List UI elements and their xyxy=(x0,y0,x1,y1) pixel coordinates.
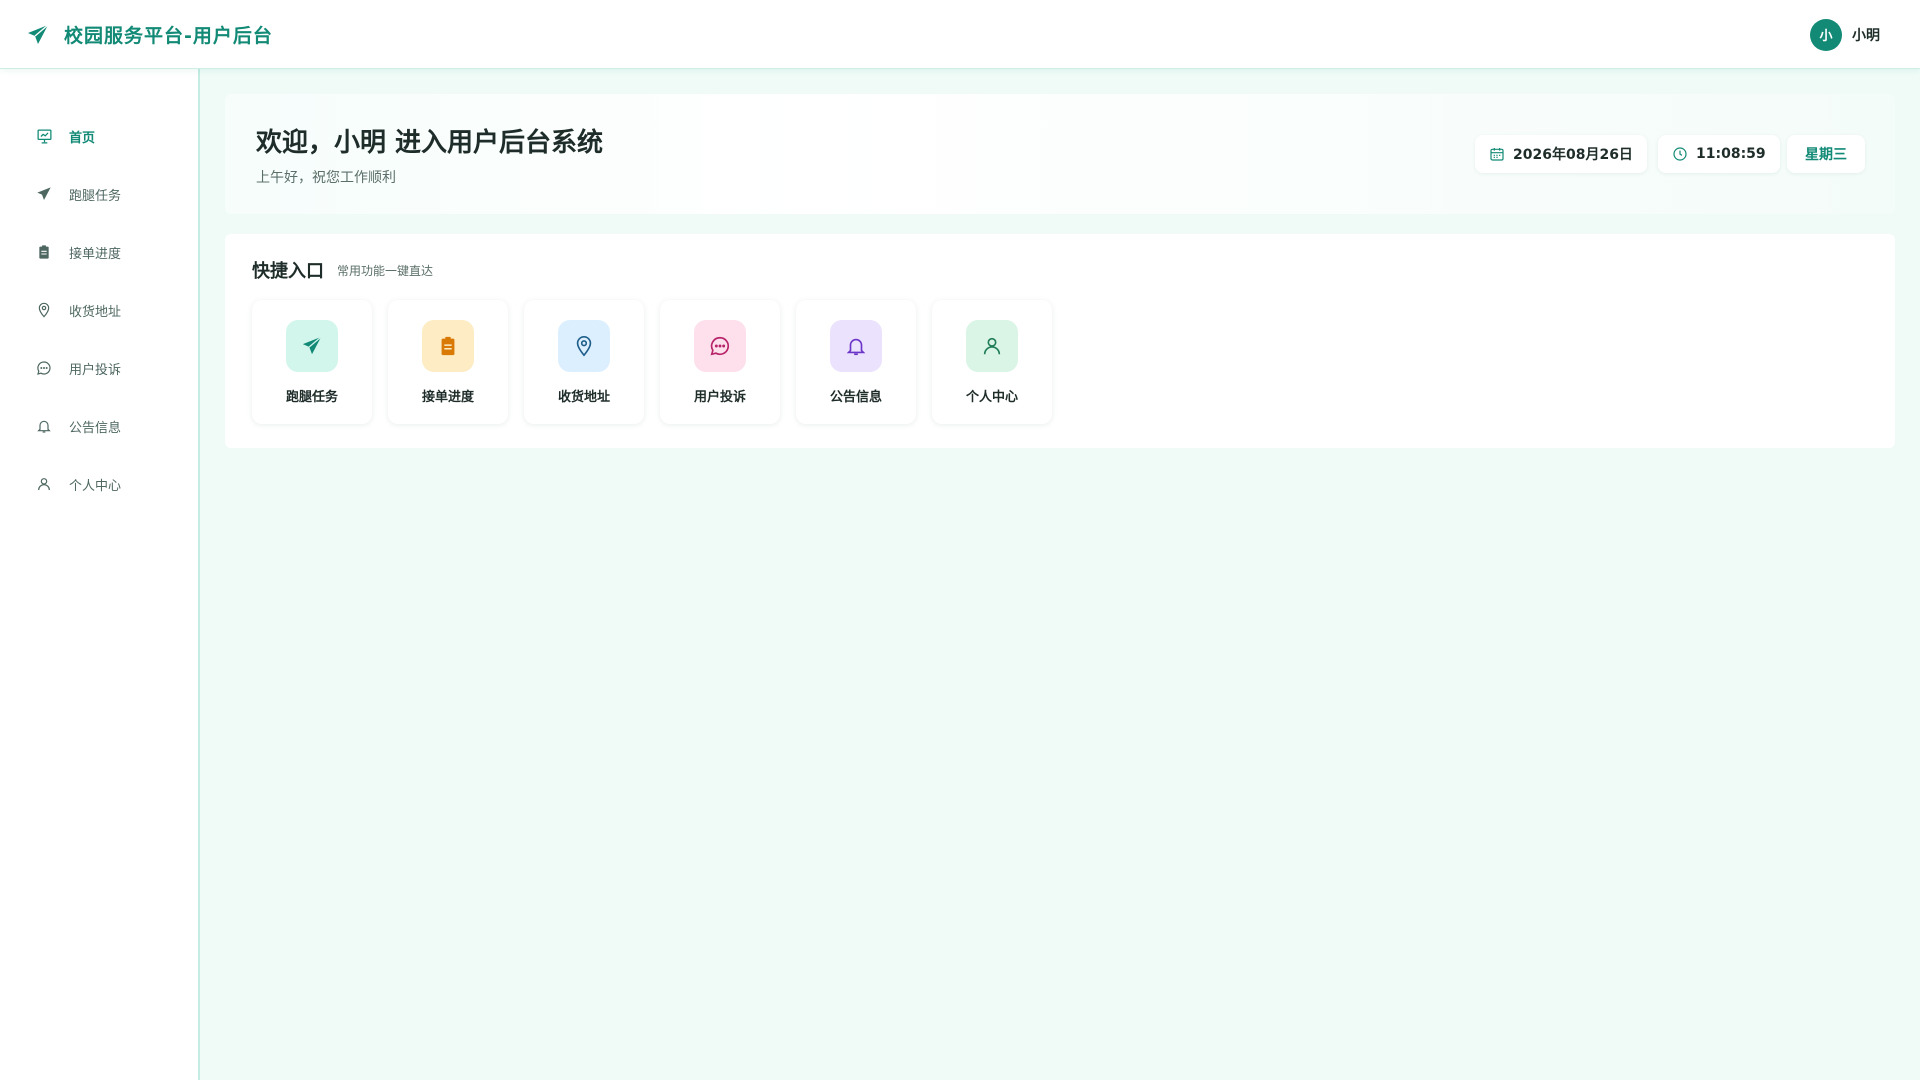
user-name[interactable]: 小明 xyxy=(1852,25,1880,45)
presentation-chart-icon xyxy=(35,127,53,145)
chat-bubble-icon xyxy=(35,359,53,377)
sidebar-item-label: 接单进度 xyxy=(69,246,122,262)
user-icon xyxy=(966,320,1018,372)
sidebar-item-home[interactable]: 首页 xyxy=(0,116,198,156)
app-title: 校园服务平台-用户后台 xyxy=(64,25,273,47)
current-weekday: 星期三 xyxy=(1805,147,1847,163)
quick-tile-label: 公告信息 xyxy=(829,390,882,405)
quick-tile-label: 接单进度 xyxy=(421,390,474,405)
sidebar-item-order-progress[interactable]: 接单进度 xyxy=(0,232,198,272)
avatar[interactable]: 小 xyxy=(1810,18,1842,51)
paper-plane-icon xyxy=(286,320,338,372)
quick-entry-title: 快捷入口 xyxy=(252,261,324,282)
sidebar-item-label: 个人中心 xyxy=(69,478,122,494)
quick-tile-label: 跑腿任务 xyxy=(285,390,338,405)
location-pin-icon xyxy=(558,320,610,372)
quick-entry-card: 快捷入口 常用功能一键直达 跑腿任务 接单进度 收货地址 用户投诉 公告信息 个… xyxy=(225,234,1895,448)
bell-icon xyxy=(830,320,882,372)
time-chip: 11:08:59 xyxy=(1658,135,1780,173)
sidebar-item-label: 收货地址 xyxy=(69,304,122,320)
sidebar-item-label: 公告信息 xyxy=(69,420,122,436)
location-pin-icon xyxy=(35,301,53,319)
sidebar-item-announcements[interactable]: 公告信息 xyxy=(0,406,198,446)
welcome-title: 欢迎，小明 进入用户后台系统 xyxy=(256,128,604,158)
sidebar-item-label: 用户投诉 xyxy=(69,362,122,378)
sidebar: 首页 跑腿任务 接单进度 收货地址 用户投诉 公告信息 个人中心 xyxy=(0,69,200,1080)
sidebar-item-label: 跑腿任务 xyxy=(69,188,122,204)
chat-bubble-icon xyxy=(694,320,746,372)
sidebar-item-delivery-address[interactable]: 收货地址 xyxy=(0,290,198,330)
sidebar-item-user-complaints[interactable]: 用户投诉 xyxy=(0,348,198,388)
user-menu[interactable]: 小 小明 xyxy=(1810,0,1880,69)
clipboard-icon xyxy=(422,320,474,372)
quick-tile-label: 用户投诉 xyxy=(693,390,746,405)
clipboard-icon xyxy=(35,243,53,261)
quick-tile-label: 个人中心 xyxy=(965,390,1018,405)
quick-entry-subtitle: 常用功能一键直达 xyxy=(337,264,434,278)
clock-icon xyxy=(1672,146,1688,162)
quick-tile-delivery-address[interactable]: 收货地址 xyxy=(524,300,644,424)
quick-tile-announcements[interactable]: 公告信息 xyxy=(796,300,916,424)
brand[interactable]: 校园服务平台-用户后台 xyxy=(26,0,273,69)
quick-tile-errand-tasks[interactable]: 跑腿任务 xyxy=(252,300,372,424)
sidebar-item-errand-tasks[interactable]: 跑腿任务 xyxy=(0,174,198,214)
current-time: 11:08:59 xyxy=(1696,146,1766,162)
paper-plane-icon xyxy=(26,23,50,47)
quick-tile-user-complaints[interactable]: 用户投诉 xyxy=(660,300,780,424)
quick-tile-personal-center[interactable]: 个人中心 xyxy=(932,300,1052,424)
quick-tile-label: 收货地址 xyxy=(557,390,610,405)
user-icon xyxy=(35,475,53,493)
welcome-subtitle: 上午好，祝您工作顺利 xyxy=(256,170,396,186)
top-header: 校园服务平台-用户后台 小 小明 xyxy=(0,0,1920,69)
quick-tile-order-progress[interactable]: 接单进度 xyxy=(388,300,508,424)
welcome-card: 欢迎，小明 进入用户后台系统 上午好，祝您工作顺利 2026年08月26日 11… xyxy=(225,94,1895,214)
sidebar-item-personal-center[interactable]: 个人中心 xyxy=(0,464,198,504)
paper-plane-icon xyxy=(35,185,53,203)
current-date: 2026年08月26日 xyxy=(1513,147,1633,163)
weekday-chip: 星期三 xyxy=(1787,135,1865,173)
sidebar-item-label: 首页 xyxy=(69,130,96,146)
calendar-icon xyxy=(1489,146,1505,162)
bell-icon xyxy=(35,417,53,435)
date-chip: 2026年08月26日 xyxy=(1475,135,1647,173)
